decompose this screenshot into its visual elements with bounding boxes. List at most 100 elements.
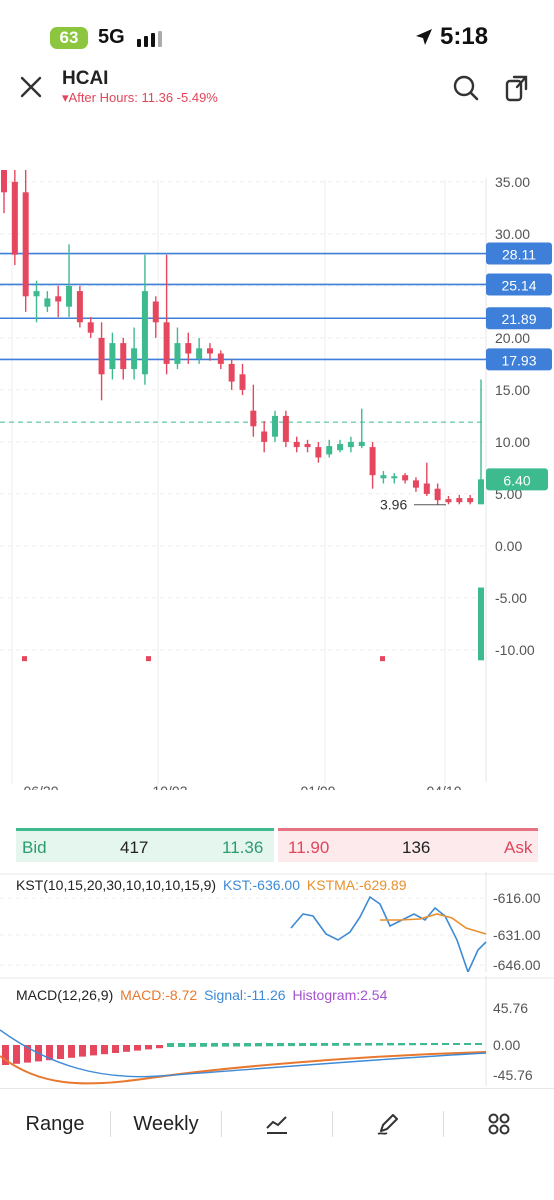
more-button[interactable]	[444, 1089, 554, 1159]
candle-body	[434, 488, 441, 501]
volume-bar	[478, 587, 484, 661]
draw-button[interactable]	[333, 1089, 443, 1159]
histogram-bar	[200, 1043, 207, 1047]
ask-label: Ask	[504, 838, 533, 857]
network-type: 5G	[98, 26, 125, 48]
histogram-bar	[178, 1043, 185, 1047]
range-button[interactable]: Range	[0, 1089, 110, 1159]
candle-body	[250, 410, 257, 427]
candle-body	[152, 301, 159, 323]
y-tick-label: 30.00	[495, 226, 530, 242]
grid-icon	[488, 1113, 510, 1135]
histogram-bar	[431, 1043, 438, 1046]
bid-size: 417	[120, 838, 149, 857]
candle-body	[196, 348, 203, 359]
candle-body	[337, 443, 344, 451]
search-icon[interactable]	[452, 74, 480, 102]
candle-body	[11, 181, 18, 255]
ask-panel: 11.90 136 Ask	[278, 828, 538, 862]
signal-icon	[137, 31, 162, 47]
histogram-bar	[156, 1045, 163, 1049]
bid-panel: Bid 417 11.36	[16, 828, 274, 862]
candle-body	[315, 447, 322, 458]
price-chart[interactable]: 45.0035.0030.0025.0020.0015.0010.005.000…	[0, 170, 554, 790]
candle-body	[402, 475, 409, 481]
price-level-label: 25.14	[501, 277, 536, 293]
share-icon[interactable]	[504, 72, 532, 104]
histogram-bar	[475, 1043, 482, 1045]
volume-bar	[146, 656, 151, 662]
histogram-bar	[398, 1043, 405, 1046]
histogram-bar	[79, 1045, 86, 1057]
histogram-bar	[277, 1043, 284, 1047]
candle-body	[109, 343, 116, 370]
histogram-bar	[343, 1043, 350, 1046]
y-tick-label: 15.00	[495, 382, 530, 398]
bid-price: 11.36	[222, 838, 264, 857]
close-icon[interactable]	[18, 74, 44, 100]
kst-chart[interactable]: -616.00 -631.00 -646.00	[0, 872, 554, 972]
ticker-symbol: HCAI	[62, 68, 109, 89]
candle-body	[174, 343, 181, 364]
histogram-bar	[442, 1043, 449, 1045]
histogram-bar	[255, 1043, 262, 1047]
histogram-bar	[288, 1043, 295, 1047]
candle-body	[423, 483, 430, 494]
histogram-bar	[211, 1043, 218, 1047]
histogram-bar	[310, 1043, 317, 1046]
indicator-button[interactable]	[222, 1089, 332, 1159]
candle-body	[76, 291, 83, 323]
y-tick-label: 10.00	[495, 434, 530, 450]
histogram-bar	[145, 1045, 152, 1050]
histogram-bar	[68, 1045, 75, 1058]
histogram-bar	[321, 1043, 328, 1046]
candle-body	[131, 348, 138, 370]
y-tick-label: 35.00	[495, 174, 530, 190]
battery-level: 63	[59, 28, 79, 47]
candle-body	[412, 480, 419, 488]
candle-body	[478, 479, 484, 505]
candle-body	[304, 443, 311, 448]
x-tick-label: 04/10	[426, 783, 461, 790]
histogram-bar	[112, 1045, 119, 1053]
header: HCAI ▾After Hours: 11.36 -5.49%	[0, 60, 554, 120]
candle-body	[217, 353, 224, 364]
histogram-bar	[244, 1043, 251, 1047]
after-hours-quote: ▾After Hours: 11.36 -5.49%	[62, 90, 218, 105]
macd-tick-label: 0.00	[493, 1037, 520, 1053]
macd-tick-label: -45.76	[493, 1067, 533, 1083]
candle-body	[33, 291, 40, 297]
candle-body	[55, 296, 62, 302]
histogram-bar	[420, 1043, 427, 1046]
y-tick-label: 20.00	[495, 330, 530, 346]
histogram-bar	[332, 1043, 339, 1046]
candle-body	[185, 343, 192, 354]
histogram-bar	[464, 1043, 471, 1045]
candle-body	[261, 431, 268, 442]
volume-bar	[22, 656, 27, 662]
candle-body	[391, 476, 398, 479]
histogram-bar	[409, 1043, 416, 1046]
weekly-button[interactable]: Weekly	[111, 1089, 221, 1159]
candle-body	[369, 447, 376, 476]
candle-body	[239, 374, 246, 390]
candle-body	[44, 298, 51, 307]
pen-icon	[377, 1114, 398, 1135]
low-label: 3.96	[380, 497, 407, 513]
line-chart-icon	[266, 1116, 287, 1134]
histogram-bar	[222, 1043, 229, 1047]
histogram-bar	[453, 1043, 460, 1045]
macd-chart[interactable]: 45.76 0.00 -45.76	[0, 976, 554, 1086]
histogram-bar	[354, 1043, 361, 1046]
y-tick-label: -5.00	[495, 590, 527, 606]
price-level-label: 17.93	[501, 352, 536, 368]
x-tick-label: 01/09	[300, 783, 335, 790]
candle-body	[1, 170, 7, 193]
candle-body	[141, 291, 148, 375]
histogram-bar	[299, 1043, 306, 1047]
candle-body	[22, 192, 29, 297]
candle-body	[456, 498, 463, 503]
histogram-bar	[387, 1043, 394, 1046]
histogram-bar	[123, 1045, 130, 1052]
histogram-bar	[101, 1045, 108, 1055]
